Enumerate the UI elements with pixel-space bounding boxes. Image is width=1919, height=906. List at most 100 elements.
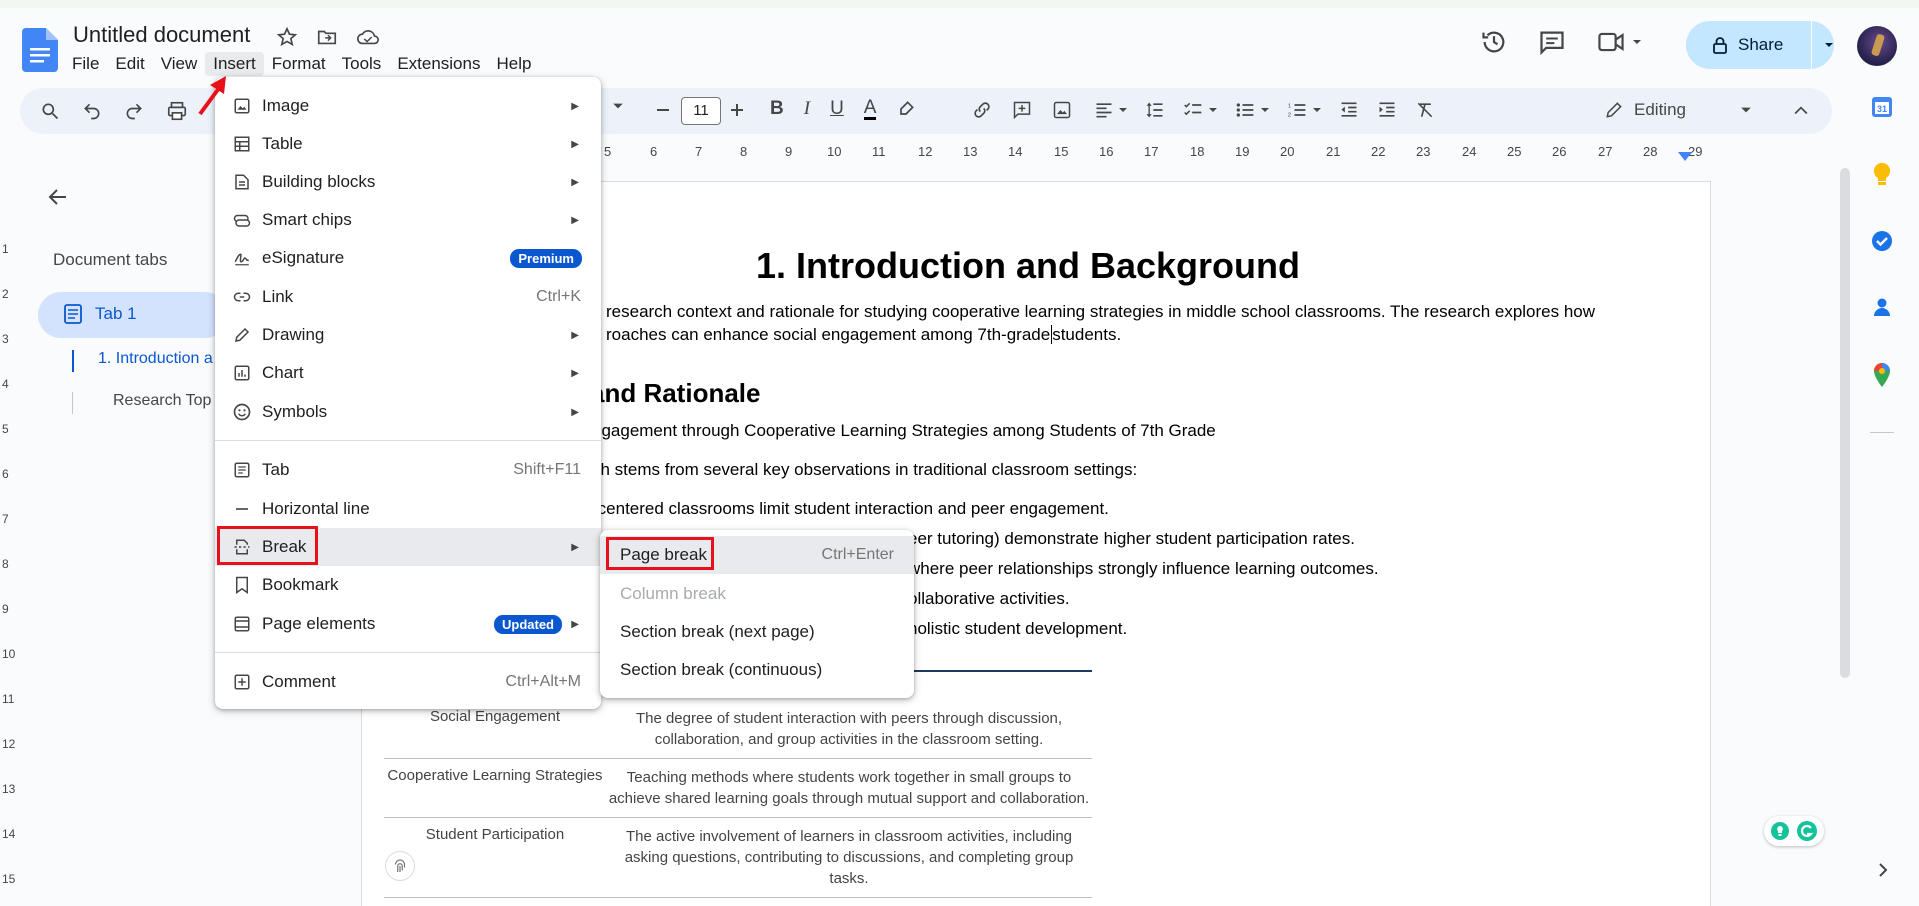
italic-icon[interactable]: I (804, 98, 810, 120)
insert-image-icon[interactable] (1051, 100, 1073, 120)
menu-item-horizontal-line[interactable]: Horizontal line (215, 490, 601, 528)
grammarly-g-icon (1797, 821, 1817, 841)
avatar[interactable] (1857, 26, 1897, 66)
menu-item-label: Building blocks (262, 172, 376, 191)
menu-separator (215, 652, 601, 653)
zoom-dropdown-caret-icon[interactable] (612, 100, 624, 112)
menu-view[interactable]: View (153, 52, 206, 76)
menu-item-image[interactable]: Image ▶ (215, 87, 601, 125)
submenu-item-column-break: Column break (600, 575, 914, 613)
numbered-list-icon[interactable]: 12 (1286, 100, 1322, 120)
add-comment-icon[interactable] (1011, 100, 1033, 120)
vertical-ruler[interactable]: 1 2 3 4 5 6 7 8 9 10 11 12 13 14 15 (0, 180, 20, 906)
contacts-icon[interactable] (1871, 296, 1893, 318)
ruler-mark: 12 (918, 144, 933, 159)
submenu-arrow-icon: ▶ (571, 138, 579, 150)
decrease-font-size-icon[interactable] (655, 100, 671, 120)
back-arrow-icon[interactable] (46, 185, 70, 209)
highlight-icon[interactable] (896, 99, 916, 119)
underline-icon[interactable]: U (830, 98, 844, 120)
menu-edit[interactable]: Edit (107, 52, 152, 76)
share-dropdown-icon[interactable] (1824, 40, 1834, 50)
bullet-line: -centered classrooms limit student inter… (592, 499, 1109, 518)
right-indent-marker-icon[interactable] (1678, 152, 1692, 162)
menu-extensions[interactable]: Extensions (389, 52, 488, 76)
submenu-item-section-break-next-page[interactable]: Section break (next page) (600, 613, 914, 651)
ruler-mark: 23 (1416, 144, 1431, 159)
highlight-break-box (217, 526, 318, 565)
menu-item-shortcut: Ctrl+K (536, 288, 581, 305)
submenu-arrow-icon: ▶ (571, 406, 579, 418)
version-history-icon[interactable] (1480, 28, 1508, 56)
tasks-icon[interactable] (1871, 230, 1893, 252)
menu-item-tab[interactable]: Tab Shift+F11 (215, 451, 601, 489)
decrease-indent-icon[interactable] (1338, 100, 1360, 120)
keep-icon[interactable] (1872, 162, 1892, 186)
redo-icon[interactable] (124, 101, 144, 121)
search-icon[interactable] (40, 101, 60, 121)
undo-icon[interactable] (82, 101, 102, 121)
comments-icon[interactable] (1538, 28, 1566, 56)
menu-item-drawing[interactable]: Drawing ▶ (215, 316, 601, 354)
menu-item-building-blocks[interactable]: Building blocks ▶ (215, 163, 601, 201)
menu-insert[interactable]: Insert (205, 52, 264, 76)
docs-logo-icon[interactable] (22, 28, 58, 72)
ruler-mark: 10 (827, 144, 842, 159)
menu-item-label: Horizontal line (262, 499, 370, 518)
print-icon[interactable] (166, 100, 188, 122)
submenu-arrow-icon: ▶ (571, 618, 579, 630)
star-icon[interactable] (276, 26, 298, 48)
smart-chips-icon (232, 210, 252, 230)
ruler-mark: 4 (2, 377, 9, 391)
insert-link-icon[interactable] (971, 100, 993, 120)
horizontal-ruler[interactable]: 5 6 7 8 9 10 11 12 13 14 15 16 17 18 19 … (598, 140, 1708, 164)
checklist-icon[interactable] (1182, 100, 1218, 120)
meet-icon[interactable] (1596, 29, 1642, 55)
table-cell-term: Cooperative Learning Strategies (387, 767, 603, 784)
menu-item-link[interactable]: Link Ctrl+K (215, 278, 601, 316)
menu-item-table[interactable]: Table ▶ (215, 125, 601, 163)
cloud-status-icon[interactable] (356, 26, 380, 48)
menu-item-label: Image (262, 96, 310, 115)
svg-text:1: 1 (1288, 104, 1291, 110)
vertical-scrollbar[interactable] (1840, 168, 1850, 678)
ruler-mark: 2 (2, 287, 9, 301)
document-title[interactable]: Untitled document (73, 22, 250, 48)
share-button[interactable]: Share (1686, 21, 1834, 69)
fingerprint-icon[interactable] (386, 852, 414, 880)
menu-item-esignature[interactable]: eSignature Premium (215, 239, 601, 277)
submenu-item-section-break-continuous[interactable]: Section break (continuous) (600, 651, 914, 689)
editing-mode-button[interactable]: Editing (1604, 100, 1686, 120)
menu-item-page-elements[interactable]: Page elements Updated ▶ (215, 605, 601, 643)
bulleted-list-icon[interactable] (1234, 100, 1270, 120)
expand-side-panel-icon[interactable] (1876, 862, 1890, 878)
menu-item-symbols[interactable]: Symbols ▶ (215, 393, 601, 431)
increase-font-size-icon[interactable] (729, 100, 745, 120)
hide-menus-icon[interactable] (1791, 101, 1811, 121)
menu-tools[interactable]: Tools (334, 52, 390, 76)
move-folder-icon[interactable] (316, 26, 338, 48)
menu-item-chart[interactable]: Chart ▶ (215, 354, 601, 392)
calendar-icon[interactable]: 31 (1871, 96, 1893, 118)
menu-item-smart-chips[interactable]: Smart chips ▶ (215, 201, 601, 239)
increase-indent-icon[interactable] (1376, 100, 1398, 120)
align-icon[interactable] (1094, 100, 1128, 120)
line-spacing-icon[interactable] (1144, 100, 1166, 120)
grammarly-widget[interactable] (1764, 816, 1824, 846)
link-icon (232, 287, 252, 307)
bold-icon[interactable]: B (770, 98, 784, 120)
menu-item-bookmark[interactable]: Bookmark (215, 566, 601, 604)
text-color-icon[interactable]: A (863, 98, 877, 120)
maps-icon[interactable] (1872, 362, 1892, 388)
menu-item-label: eSignature (262, 248, 345, 267)
editing-mode-caret-icon[interactable] (1740, 104, 1752, 116)
ruler-mark: 9 (785, 144, 793, 159)
menu-item-comment[interactable]: Comment Ctrl+Alt+M (215, 663, 601, 701)
ruler-mark: 13 (963, 144, 978, 159)
menu-help[interactable]: Help (488, 52, 539, 76)
menu-file[interactable]: File (64, 52, 107, 76)
menu-format[interactable]: Format (264, 52, 334, 76)
font-size-input[interactable]: 11 (681, 97, 721, 125)
clear-formatting-icon[interactable] (1414, 100, 1436, 120)
ruler-mark: 14 (2, 827, 16, 841)
